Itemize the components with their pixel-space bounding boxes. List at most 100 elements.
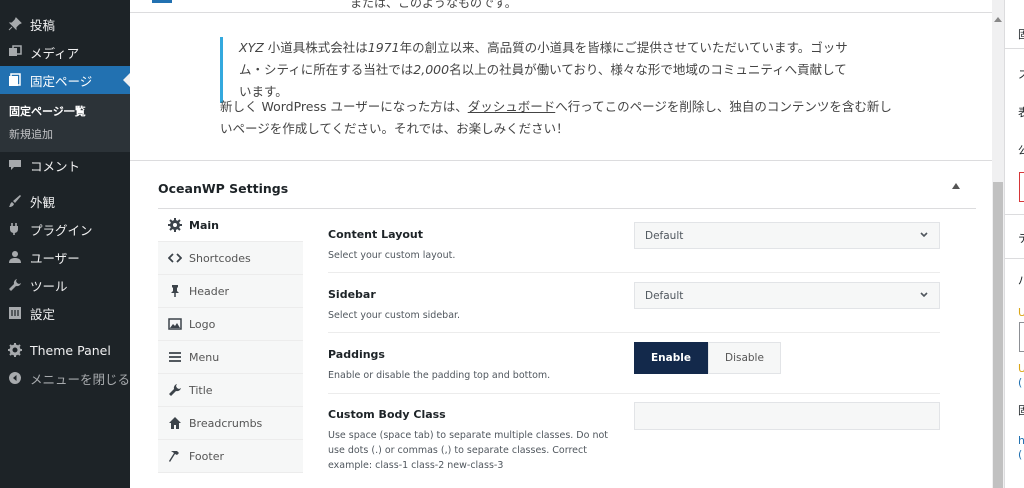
panel-text-fragment: 公 (1018, 142, 1024, 158)
metabox-collapse-toggle[interactable] (952, 183, 960, 189)
cut-off-text: または、このようなものです。 (350, 0, 517, 10)
panel-input-fragment[interactable] (1019, 322, 1024, 352)
settings-tabs: Main Shortcodes Header Logo Menu Title B… (158, 209, 303, 488)
toolbar-border (130, 12, 992, 13)
sidebar-item-label: Theme Panel (30, 342, 111, 358)
content-layout-label: Content Layout (328, 228, 424, 241)
quote-xyz: XYZ (239, 40, 264, 55)
tab-shortcodes[interactable]: Shortcodes (158, 242, 303, 275)
sidebar-item-label: ツール (30, 278, 68, 294)
chevron-down-icon (919, 290, 929, 303)
sidebar-item-appearance[interactable]: 外観 (0, 187, 130, 215)
tab-header[interactable]: Header (158, 275, 303, 308)
panel-tab-fragment[interactable]: 固 (1018, 26, 1024, 42)
body-class-input[interactable] (634, 402, 940, 430)
tab-label: Breadcrumbs (189, 416, 263, 430)
sidebar-item-label: プラグイン (30, 222, 93, 238)
sidebar-value: Default (645, 289, 684, 302)
home-icon (167, 415, 183, 431)
sidebar-item-label: ユーザー (30, 250, 80, 266)
sidebar-select[interactable]: Default (634, 282, 940, 309)
panel-danger-button-fragment[interactable] (1019, 172, 1024, 202)
panel-text-fragment[interactable]: ( (1018, 376, 1022, 389)
tab-label: Main (189, 218, 219, 232)
chevron-down-icon (919, 230, 929, 243)
tab-label: Menu (189, 350, 220, 364)
quote-block[interactable]: XYZ 小道具株式会社は1971年の創立以来、高品質の小道具を皆様にご提供させて… (220, 37, 850, 103)
scrollbar-thumb[interactable] (993, 182, 1003, 488)
wrench-icon (167, 382, 183, 398)
field-divider (328, 272, 940, 273)
tab-footer[interactable]: Footer (158, 440, 303, 473)
metabox-title: OceanWP Settings (158, 181, 289, 196)
sidebar-item-pages[interactable]: 固定ページ (0, 66, 130, 94)
tab-label: Title (189, 383, 213, 397)
code-icon (167, 250, 183, 266)
dashboard-link[interactable]: ダッシュボード (468, 99, 556, 114)
body-class-desc: Use space (space tab) to separate multip… (328, 430, 609, 471)
field-divider (328, 393, 940, 394)
paddings-enable-button[interactable]: Enable (634, 342, 708, 374)
toolbar-fragment (152, 0, 172, 3)
sidebar-item-posts[interactable]: 投稿 (0, 10, 130, 38)
appearance-brush-icon (8, 194, 22, 208)
paddings-desc: Enable or disable the padding top and bo… (328, 370, 551, 381)
tab-label: Footer (189, 449, 224, 463)
pages-submenu: 固定ページ一覧 新規追加 (0, 94, 130, 152)
document-settings-panel: 固 ス 表 公 テ パ U U ( 固 h ( (1004, 0, 1024, 488)
tab-logo[interactable]: Logo (158, 308, 303, 341)
media-icon (8, 45, 22, 59)
oceanwp-settings-metabox: OceanWP Settings Main Shortcodes Header … (130, 160, 992, 488)
collapse-menu-button[interactable]: メニューを閉じる (0, 364, 130, 392)
tab-title[interactable]: Title (158, 374, 303, 407)
gear-icon (8, 343, 22, 357)
submenu-add-new[interactable]: 新規追加 (9, 126, 53, 142)
panel-text-fragment: 表 (1018, 104, 1024, 120)
tab-main[interactable]: Main (158, 209, 303, 242)
page-content: または、このようなものです。 XYZ 小道具株式会社は1971年の創立以来、高品… (130, 0, 992, 160)
tab-breadcrumbs[interactable]: Breadcrumbs (158, 407, 303, 440)
paddings-label: Paddings (328, 348, 385, 361)
pushpin-icon (167, 283, 183, 299)
scroll-up-arrow[interactable] (994, 17, 1002, 22)
content-layout-select[interactable]: Default (634, 222, 940, 249)
settings-icon (8, 306, 22, 320)
sidebar-item-settings[interactable]: 設定 (0, 299, 130, 327)
content-layout-desc: Select your custom layout. (328, 250, 456, 261)
panel-text-fragment[interactable]: テ (1018, 230, 1024, 246)
sidebar-desc: Select your custom sidebar. (328, 310, 461, 321)
submenu-all-pages[interactable]: 固定ページ一覧 (9, 103, 86, 119)
sidebar-item-comments[interactable]: コメント (0, 151, 130, 179)
editor-scrollbar[interactable] (992, 0, 1004, 488)
sidebar-item-media[interactable]: メディア (0, 38, 130, 66)
menu-icon (167, 349, 183, 365)
hammer-icon (167, 448, 183, 464)
quote-year: 1971 (367, 40, 400, 55)
panel-text-fragment: 固 (1018, 402, 1024, 418)
sidebar-item-plugins[interactable]: プラグイン (0, 215, 130, 243)
sidebar-item-tools[interactable]: ツール (0, 271, 130, 299)
body-class-label: Custom Body Class (328, 408, 446, 421)
sidebar-item-theme-panel[interactable]: Theme Panel (0, 336, 130, 364)
plugin-icon (8, 222, 22, 236)
sidebar-item-label: 外観 (30, 194, 56, 210)
tab-label: Logo (189, 317, 216, 331)
panel-text-fragment[interactable]: パ (1018, 272, 1024, 288)
panel-text-fragment: U (1018, 306, 1024, 319)
field-divider (328, 332, 940, 333)
wrench-icon (8, 278, 22, 292)
paddings-disable-button[interactable]: Disable (707, 342, 781, 374)
panel-text-fragment[interactable]: ( (1018, 448, 1022, 461)
sidebar-item-users[interactable]: ユーザー (0, 243, 130, 271)
panel-link-fragment[interactable]: h (1018, 434, 1024, 447)
tab-menu[interactable]: Menu (158, 341, 303, 374)
panel-text-fragment: ス (1018, 66, 1024, 82)
sidebar-item-label: メディア (30, 45, 80, 61)
tab-label: Shortcodes (189, 251, 251, 265)
panel-divider (1005, 48, 1024, 49)
paragraph-block[interactable]: 新しく WordPress ユーザーになった方は、ダッシュボードへ行ってこのペー… (220, 96, 900, 140)
comment-icon (8, 158, 22, 172)
panel-divider (1005, 214, 1024, 215)
tab-label: Header (189, 284, 230, 298)
para-text-before: 新しく WordPress ユーザーになった方は、 (220, 99, 468, 114)
